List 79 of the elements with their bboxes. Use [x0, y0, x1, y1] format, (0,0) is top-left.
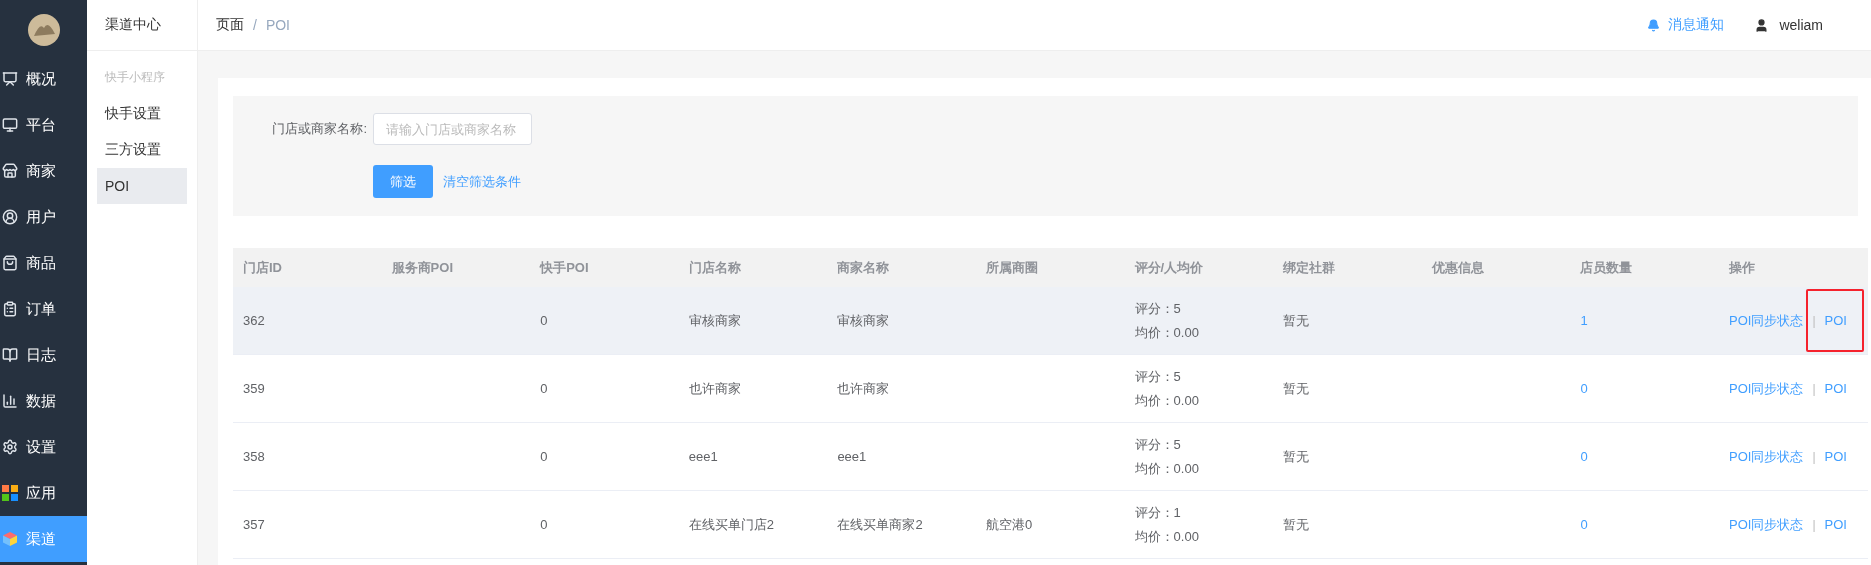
store-icon: [2, 163, 18, 179]
subnav-item[interactable]: 快手设置: [97, 96, 187, 132]
sidebar-item[interactable]: 用户: [0, 194, 87, 240]
bell-icon: [1647, 18, 1661, 32]
breadcrumb-separator: /: [253, 17, 257, 33]
sidebar-item[interactable]: 商品: [0, 240, 87, 286]
rating-text: 评分：1: [1134, 503, 1182, 522]
column-header: 店员数量: [1579, 258, 1634, 277]
avatar: [27, 14, 60, 46]
table-cell-text: 0: [539, 449, 549, 464]
search-field[interactable]: 请输入门店或商家名称: [373, 113, 532, 145]
table-cell-text: 在线买单商家2: [836, 515, 924, 534]
price-text: 均价：0.00: [1134, 391, 1200, 410]
rating-text: 评分：5: [1134, 367, 1182, 386]
table-cell-text: eee1: [836, 449, 868, 464]
price-text: 均价：0.00: [1134, 323, 1200, 342]
clipboard-icon: [2, 301, 18, 317]
column-header: 所属商圈: [985, 258, 1039, 277]
book-icon: [2, 347, 18, 363]
table-cell-text: 359: [242, 381, 266, 396]
price-text: 均价：0.00: [1134, 459, 1200, 478]
table-cell-text: 也许商家: [687, 379, 742, 398]
column-header: 服务商POI: [390, 258, 454, 277]
breadcrumb-item: POI: [265, 17, 290, 33]
filter-label: 门店或商家名称:: [271, 120, 367, 138]
table-cell-text: 航空港0: [985, 515, 1034, 534]
table-cell-text: 0: [539, 313, 549, 328]
table-cell-text: 在线买单门店2: [687, 515, 776, 534]
apps-icon: [2, 485, 18, 501]
sidebar-item[interactable]: 平台: [0, 102, 87, 148]
column-header: 门店ID: [242, 258, 283, 277]
subnav-group-label: 快手小程序: [104, 69, 166, 86]
rating-text: 评分：5: [1134, 435, 1182, 454]
table-cell-text: 也许商家: [836, 379, 891, 398]
subnav-item[interactable]: 三方设置: [97, 132, 187, 168]
monitor-icon: [2, 117, 18, 133]
bar-chart-icon: [2, 393, 18, 409]
column-header: 商家名称: [836, 258, 891, 277]
column-header: 快手POI: [538, 258, 590, 277]
sidebar-item[interactable]: 数据: [0, 378, 87, 424]
action-separator: |: [1812, 313, 1816, 328]
sidebar-item[interactable]: 订单: [0, 286, 87, 332]
table-cell-text: 暂无: [1282, 515, 1311, 534]
table-cell-text: eee1: [687, 449, 719, 464]
settings-icon: [2, 439, 18, 455]
column-header: 操作: [1728, 258, 1756, 277]
table-cell-text: 0: [539, 381, 549, 396]
sidebar-item[interactable]: 日志: [0, 332, 87, 378]
subnav-item[interactable]: POI: [97, 168, 187, 204]
rating-text: 评分：5: [1134, 299, 1182, 318]
sidebar-item[interactable]: 商家: [0, 148, 87, 194]
table-cell-text: 0: [539, 517, 549, 532]
column-header: 绑定社群: [1282, 258, 1337, 277]
table-cell-text: 357: [242, 517, 266, 532]
cube-icon: [2, 531, 18, 547]
sidebar-item[interactable]: 应用: [0, 470, 87, 516]
sidebar-item[interactable]: 设置: [0, 424, 87, 470]
user-name[interactable]: weliam: [1779, 17, 1823, 33]
price-text: 均价：0.00: [1134, 527, 1200, 546]
column-header: 评分/人均价: [1133, 258, 1205, 277]
table-cell-text: 暂无: [1282, 311, 1311, 330]
presentation-icon: [2, 71, 18, 87]
table-cell-text: 362: [242, 313, 266, 328]
table-cell-text: 暂无: [1282, 447, 1311, 466]
column-header: 门店名称: [687, 258, 742, 277]
subnav-title: 渠道中心: [87, 0, 197, 51]
user-circle-icon: [2, 209, 18, 225]
column-header: 优惠信息: [1430, 258, 1485, 277]
sidebar-item[interactable]: 概况: [0, 56, 87, 102]
table-cell-text: 暂无: [1282, 379, 1311, 398]
user-icon: [1754, 17, 1770, 33]
shopping-bag-icon: [2, 255, 18, 271]
breadcrumb-item[interactable]: 页面: [216, 16, 244, 34]
table-cell-text: 审核商家: [687, 311, 742, 330]
action-separator: |: [1812, 449, 1816, 464]
table-cell-text: 358: [242, 449, 266, 464]
action-separator: |: [1812, 381, 1816, 396]
action-separator: |: [1812, 517, 1816, 532]
table-cell-text: 审核商家: [836, 311, 891, 330]
